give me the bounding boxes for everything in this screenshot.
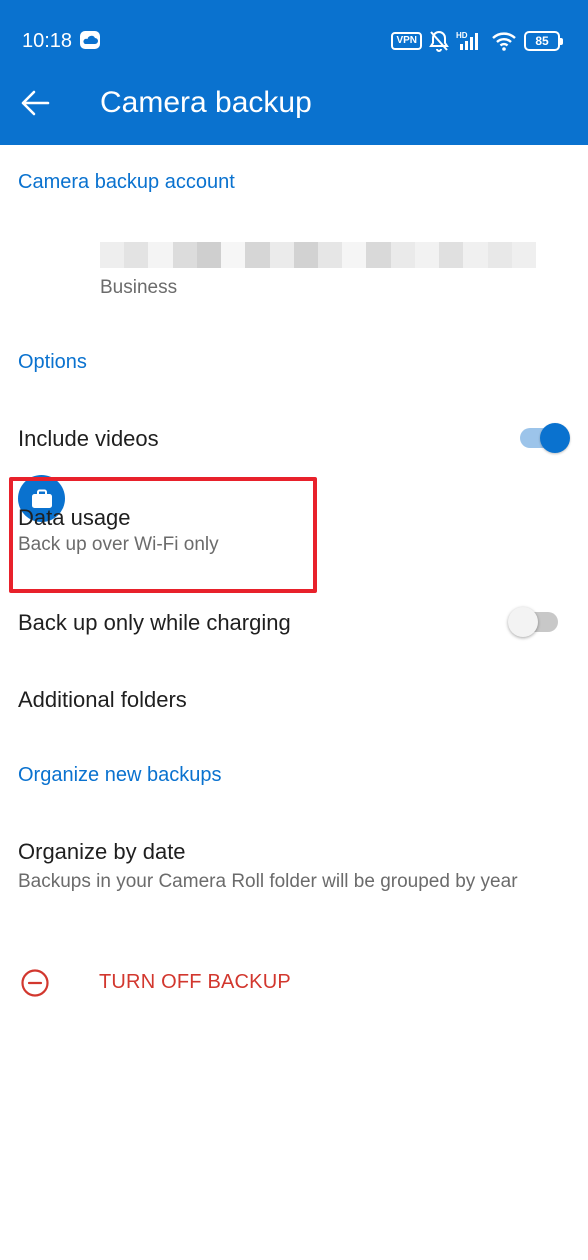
svg-text:HD: HD	[456, 31, 468, 40]
charging-toggle[interactable]	[508, 607, 558, 637]
minus-circle-icon	[21, 969, 49, 997]
wifi-icon	[492, 32, 516, 51]
include-videos-row[interactable]: Include videos	[0, 405, 588, 471]
hd-signal-icon: HD	[456, 31, 478, 50]
account-email-redacted	[100, 242, 536, 268]
data-usage-value: Back up over Wi-Fi only	[18, 534, 219, 555]
battery-icon: 85	[524, 31, 563, 51]
account-type: Business	[100, 277, 178, 298]
status-icons: VPN HD 85	[391, 30, 563, 52]
back-button[interactable]	[14, 82, 56, 124]
status-time: 10:18	[22, 30, 73, 52]
cloud-notification-icon	[80, 31, 100, 49]
additional-folders-row[interactable]: Additional folders	[0, 668, 588, 730]
include-videos-toggle[interactable]	[520, 423, 570, 453]
vpn-icon: VPN	[391, 32, 422, 50]
account-row[interactable]: Business	[0, 228, 588, 522]
status-bar: 10:18 VPN HD 85	[0, 22, 588, 62]
data-usage-row[interactable]: Data usage Back up over Wi-Fi only	[0, 485, 588, 585]
section-header-account: Camera backup account	[18, 171, 235, 193]
data-usage-label: Data usage	[18, 505, 131, 530]
turn-off-backup-button[interactable]: TURN OFF BACKUP	[18, 962, 318, 1002]
additional-folders-label: Additional folders	[18, 687, 187, 712]
charging-row[interactable]: Back up only while charging	[0, 590, 588, 656]
section-header-options: Options	[18, 351, 87, 373]
organize-by-date-label: Organize by date	[18, 839, 186, 864]
turn-off-backup-label: TURN OFF BACKUP	[99, 971, 291, 993]
organize-by-date-row[interactable]: Organize by date Backups in your Camera …	[0, 822, 588, 926]
page-title: Camera backup	[100, 86, 312, 119]
charging-label: Back up only while charging	[18, 610, 291, 635]
bell-off-icon	[429, 30, 449, 52]
section-header-organize: Organize new backups	[18, 764, 222, 786]
arrow-left-icon	[21, 90, 50, 116]
include-videos-label: Include videos	[18, 426, 159, 451]
organize-by-date-description: Backups in your Camera Roll folder will …	[18, 871, 518, 892]
app-bar: 10:18 VPN HD 85 Camera backup	[0, 0, 588, 145]
